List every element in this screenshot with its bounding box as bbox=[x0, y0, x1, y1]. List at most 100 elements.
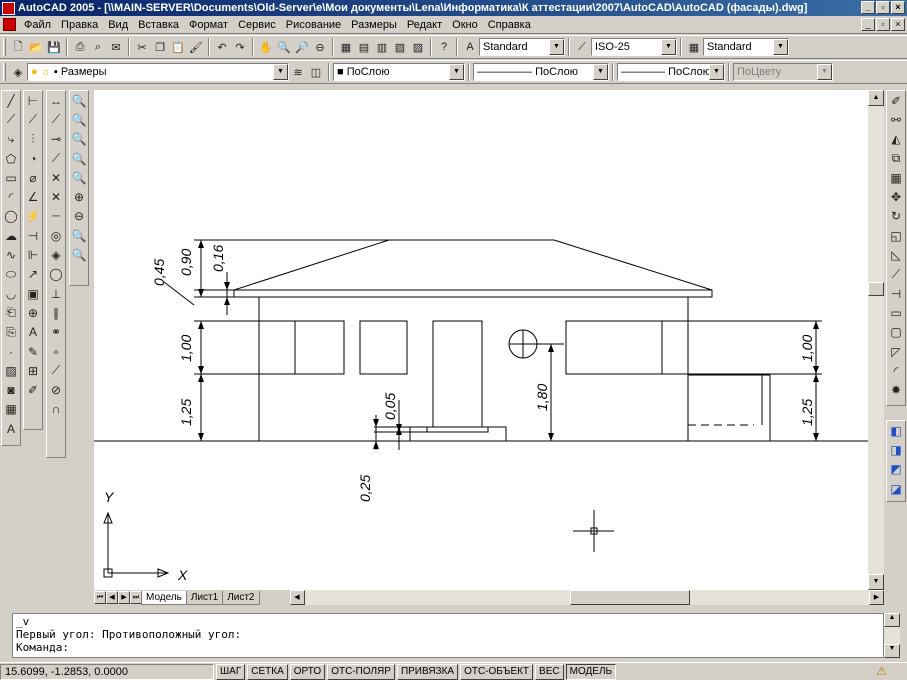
array-icon[interactable]: ▦ bbox=[887, 168, 906, 187]
osnap-toggle[interactable]: ПРИВЯЗКА bbox=[396, 663, 459, 680]
menu-help[interactable]: Справка bbox=[483, 19, 536, 31]
polar-toggle[interactable]: ОТС-ПОЛЯР bbox=[327, 663, 395, 680]
ellipse-arc-icon[interactable]: ◡ bbox=[2, 284, 21, 303]
extend-icon[interactable]: ⊣ bbox=[887, 284, 906, 303]
osnap-midpoint-icon[interactable]: ⟋ bbox=[47, 149, 66, 168]
tab-model[interactable]: Модель bbox=[141, 590, 187, 605]
osnap-nearest-icon[interactable]: ⟋ bbox=[47, 361, 66, 380]
grid-toggle[interactable]: СЕТКА bbox=[247, 663, 288, 680]
save-icon[interactable]: 💾 bbox=[45, 38, 63, 56]
minimize-button[interactable]: _ bbox=[861, 1, 875, 14]
fillet-icon[interactable]: ◜ bbox=[887, 361, 906, 380]
diameter-dimension-icon[interactable]: ⌀ bbox=[24, 168, 43, 187]
break-at-point-icon[interactable]: ▭ bbox=[887, 303, 906, 322]
drawing-canvas[interactable]: 0,45 0,90 0,16 1,00 1,25 0,05 0,25 1,80 … bbox=[94, 90, 868, 590]
osnap-settings-icon[interactable]: ∩ bbox=[47, 400, 66, 419]
command-window[interactable]: _v Первый угол: Противоположный угол: Ко… bbox=[12, 613, 884, 658]
text-style-icon[interactable]: A bbox=[461, 38, 479, 56]
model-toggle[interactable]: МОДЕЛЬ bbox=[565, 663, 617, 680]
text-style-select[interactable]: Standard ▼ bbox=[479, 38, 565, 56]
osnap-node-icon[interactable]: ∘ bbox=[47, 342, 66, 361]
baseline-dimension-icon[interactable]: ⊣ bbox=[24, 226, 43, 245]
explode-icon[interactable]: ✸ bbox=[887, 380, 906, 399]
chevron-down-icon[interactable]: ▼ bbox=[773, 39, 788, 55]
radius-dimension-icon[interactable]: ◔ bbox=[24, 149, 43, 168]
move-icon[interactable]: ✥ bbox=[887, 187, 906, 206]
layer-previous-icon[interactable]: ◫ bbox=[307, 63, 325, 81]
autocad-app-icon[interactable] bbox=[2, 1, 15, 15]
plot-preview-icon[interactable]: ⌕ bbox=[89, 38, 107, 56]
chevron-down-icon[interactable]: ▼ bbox=[709, 64, 724, 80]
polygon-icon[interactable]: ⬠ bbox=[2, 149, 21, 168]
coordinates-display[interactable]: 15.6099, -1.2853, 0.0000 bbox=[0, 663, 214, 680]
menu-format[interactable]: Формат bbox=[184, 19, 233, 31]
osnap-extension-icon[interactable]: ┄ bbox=[47, 207, 66, 226]
comm-center-icon[interactable]: ⚠ bbox=[876, 664, 887, 678]
osnap-intersection-icon[interactable]: ✕ bbox=[47, 168, 66, 187]
zoom-window-icon[interactable]: 🔎 bbox=[293, 38, 311, 56]
menu-tools[interactable]: Сервис bbox=[233, 19, 281, 31]
publish-icon[interactable]: ✉ bbox=[107, 38, 125, 56]
design-center-icon[interactable]: ▤ bbox=[355, 38, 373, 56]
new-icon[interactable]: 🗋 bbox=[9, 38, 27, 56]
redo-icon[interactable]: ↷ bbox=[231, 38, 249, 56]
aligned-dimension-icon[interactable]: ⟋ bbox=[24, 110, 43, 129]
make-object-layer-current-icon[interactable]: ≋ bbox=[289, 63, 307, 81]
rotate-icon[interactable]: ↻ bbox=[887, 207, 906, 226]
command-scroll-up-icon[interactable]: ▲ bbox=[884, 613, 900, 627]
help-icon[interactable]: ? bbox=[435, 38, 453, 56]
osnap-none-icon[interactable]: ⊘ bbox=[47, 380, 66, 399]
scale-icon[interactable]: ◱ bbox=[887, 226, 906, 245]
close-button[interactable]: × bbox=[891, 1, 905, 14]
zoom-window-icon[interactable]: 🔍 bbox=[70, 91, 89, 110]
menu-edit[interactable]: Правка bbox=[56, 19, 103, 31]
lineweight-select[interactable]: ———— ПоСлою ▼ bbox=[617, 63, 725, 81]
hatch-icon[interactable]: ▨ bbox=[2, 361, 21, 380]
dim-style-icon[interactable]: ⟋ bbox=[573, 38, 591, 56]
linear-dimension-icon[interactable]: ⊢ bbox=[24, 91, 43, 110]
command-prompt[interactable]: Команда: bbox=[16, 641, 880, 654]
osnap-insert-icon[interactable]: ⚭ bbox=[47, 323, 66, 342]
bring-to-front-icon[interactable]: ◧ bbox=[887, 421, 906, 440]
table-style-icon[interactable]: ▦ bbox=[685, 38, 703, 56]
osnap-parallel-icon[interactable]: ∥ bbox=[47, 303, 66, 322]
linetype-select[interactable]: ————— ПоСлою ▼ bbox=[473, 63, 609, 81]
prev-tab-icon[interactable]: ◀ bbox=[106, 591, 118, 604]
osnap-quadrant-icon[interactable]: ◈ bbox=[47, 245, 66, 264]
lineweight-toggle[interactable]: ВЕС bbox=[535, 663, 564, 680]
quick-leader-icon[interactable]: ↗ bbox=[24, 265, 43, 284]
zoom-all-icon[interactable]: 🔍 bbox=[70, 226, 89, 245]
distance-icon[interactable]: ↔ bbox=[47, 91, 66, 110]
zoom-scale-icon[interactable]: 🔍 bbox=[70, 130, 89, 149]
pan-icon[interactable]: ✋ bbox=[257, 38, 275, 56]
area-icon[interactable]: ⟋ bbox=[47, 110, 66, 129]
mirror-icon[interactable]: ◭ bbox=[887, 130, 906, 149]
osnap-center-icon[interactable]: ◎ bbox=[47, 226, 66, 245]
osnap-apparent-icon[interactable]: ✕ bbox=[47, 187, 66, 206]
spline-icon[interactable]: ∿ bbox=[2, 245, 21, 264]
zoom-previous-icon[interactable]: ⊖ bbox=[311, 38, 329, 56]
offset-icon[interactable]: ⧉ bbox=[887, 149, 906, 168]
paste-icon[interactable]: 📋 bbox=[169, 38, 187, 56]
zoom-realtime-icon[interactable]: 🔍 bbox=[275, 38, 293, 56]
doc-close-button[interactable]: × bbox=[891, 18, 905, 31]
open-icon[interactable]: 📂 bbox=[27, 38, 45, 56]
osnap-perpendicular-icon[interactable]: ⊥ bbox=[47, 284, 66, 303]
break-icon[interactable]: ▢ bbox=[887, 323, 906, 342]
multiline-text-icon[interactable]: A bbox=[2, 419, 21, 438]
menu-dimension[interactable]: Размеры bbox=[346, 19, 402, 31]
dimension-text-edit-icon[interactable]: ✎ bbox=[24, 342, 43, 361]
properties-icon[interactable]: ▦ bbox=[337, 38, 355, 56]
tab-sheet1[interactable]: Лист1 bbox=[185, 590, 224, 605]
chamfer-icon[interactable]: ◸ bbox=[887, 342, 906, 361]
vertical-scroll-thumb[interactable] bbox=[868, 282, 884, 296]
point-icon[interactable]: · bbox=[2, 342, 21, 361]
dimension-style-icon[interactable]: ✐ bbox=[24, 380, 43, 399]
zoom-center-icon[interactable]: 🔍 bbox=[70, 149, 89, 168]
zoom-in-icon[interactable]: ⊕ bbox=[70, 187, 89, 206]
plot-icon[interactable]: ⎙ bbox=[71, 38, 89, 56]
tool-palettes-icon[interactable]: ▥ bbox=[373, 38, 391, 56]
stretch-icon[interactable]: ◺ bbox=[887, 245, 906, 264]
zoom-extents-icon[interactable]: 🔍 bbox=[70, 245, 89, 264]
copy-object-icon[interactable]: ⚯ bbox=[887, 110, 906, 129]
